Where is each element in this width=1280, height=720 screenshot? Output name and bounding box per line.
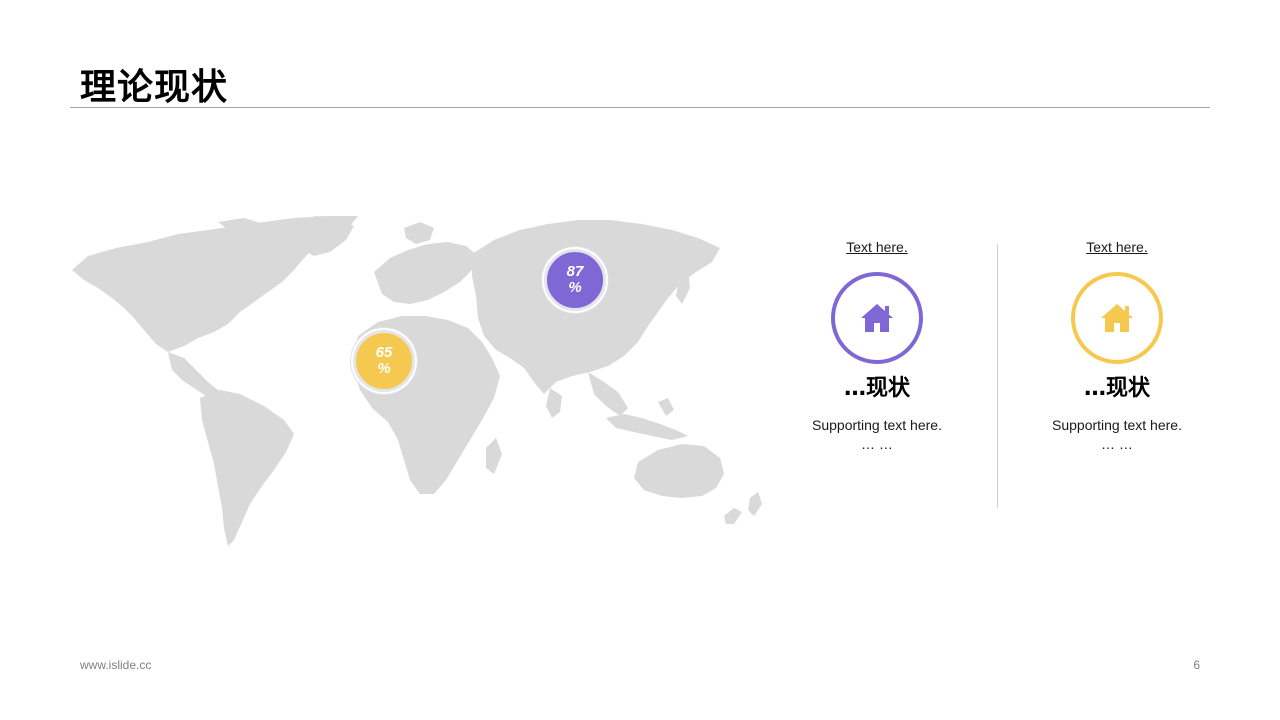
footer-url: www.islide.cc	[80, 658, 152, 672]
stat-value: 65	[375, 344, 393, 361]
card-label: …现状	[1083, 376, 1150, 401]
card-icon-ring	[1071, 272, 1163, 364]
card-supporting-text: Supporting text here. … …	[757, 416, 997, 454]
status-card-1: Text here. …现状 Supporting text here. … …	[757, 238, 997, 454]
house-icon	[861, 304, 893, 332]
world-map	[72, 216, 762, 546]
status-card-2: Text here. …现状 Supporting text here. … …	[997, 238, 1237, 454]
stat-badge-africa: 65 %	[353, 330, 415, 392]
stat-value: 87	[566, 263, 584, 280]
card-heading-link[interactable]: Text here.	[757, 238, 997, 258]
card-body-line: Supporting text here.	[1052, 417, 1182, 433]
card-body-ellipsis: … …	[861, 436, 893, 452]
stat-unit: %	[377, 360, 391, 377]
card-supporting-text: Supporting text here. … …	[997, 416, 1237, 454]
page-number: 6	[1193, 658, 1200, 672]
title-divider	[70, 107, 1210, 108]
stat-badge-russia: 87 %	[544, 249, 606, 311]
card-body-line: Supporting text here.	[812, 417, 942, 433]
page-title: 理论现状	[80, 67, 229, 108]
card-label: …现状	[843, 376, 910, 401]
card-heading-link[interactable]: Text here.	[997, 238, 1237, 258]
card-icon-ring	[831, 272, 923, 364]
card-body-ellipsis: … …	[1101, 436, 1133, 452]
house-icon	[1101, 304, 1133, 332]
stat-unit: %	[568, 279, 582, 296]
